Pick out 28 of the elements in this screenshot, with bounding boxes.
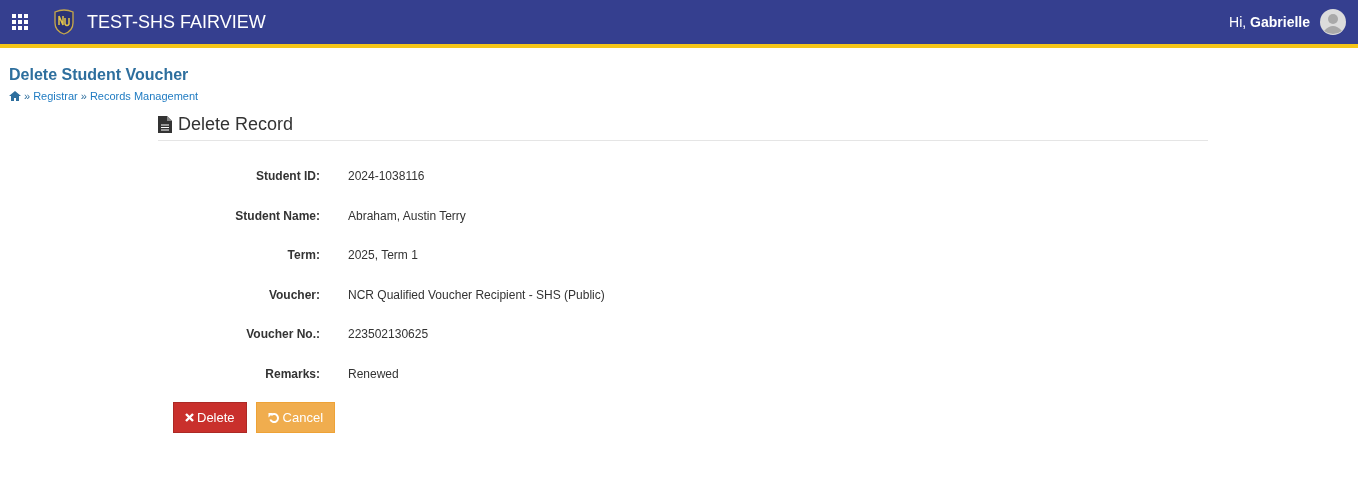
breadcrumb-separator: » bbox=[80, 90, 87, 102]
field-value: NCR Qualified Voucher Recipient - SHS (Public) bbox=[348, 286, 606, 303]
home-icon[interactable] bbox=[9, 91, 21, 101]
avatar-icon[interactable] bbox=[1320, 9, 1346, 35]
field-value: 2024-1038116 bbox=[348, 168, 426, 185]
undo-icon bbox=[267, 411, 280, 424]
field-label: Term: bbox=[286, 247, 320, 264]
field-label: Voucher No.: bbox=[245, 326, 320, 343]
menu-icon[interactable] bbox=[12, 14, 28, 30]
close-icon bbox=[185, 413, 194, 422]
panel-title: Delete Record bbox=[178, 114, 294, 135]
field-value: 2025, Term 1 bbox=[348, 247, 419, 264]
shield-logo-icon bbox=[53, 9, 75, 35]
field-label: Voucher: bbox=[267, 286, 320, 303]
app-title: TEST-SHS FAIRVIEW bbox=[87, 11, 266, 33]
breadcrumb-link[interactable]: Records Management bbox=[89, 90, 199, 102]
user-greeting: Hi, Gabrielle bbox=[1229, 14, 1310, 30]
field-value: Abraham, Austin Terry bbox=[348, 207, 467, 224]
page-title: Delete Student Voucher bbox=[9, 66, 190, 84]
field-label: Remarks: bbox=[264, 365, 320, 382]
breadcrumb-separator: » bbox=[24, 90, 31, 102]
document-icon bbox=[158, 116, 172, 133]
field-value: Renewed bbox=[348, 365, 400, 382]
field-label: Student ID: bbox=[255, 168, 320, 185]
delete-button[interactable]: Delete bbox=[173, 402, 247, 433]
breadcrumb-link[interactable]: Registrar bbox=[33, 90, 78, 102]
field-label: Student Name: bbox=[234, 207, 320, 224]
field-value: 223502130625 bbox=[348, 326, 430, 343]
